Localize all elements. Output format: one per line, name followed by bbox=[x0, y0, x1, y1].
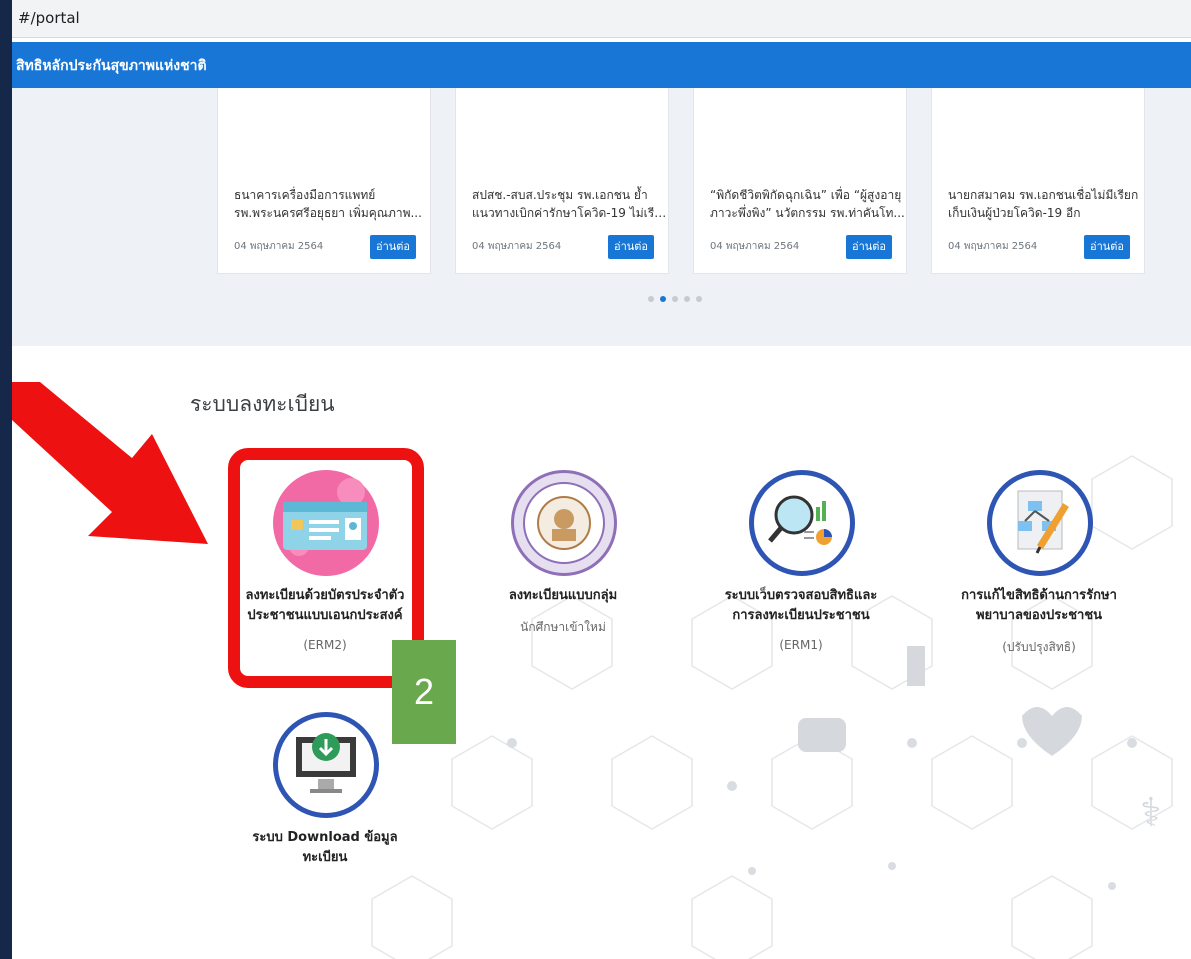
step-number-badge: 2 bbox=[392, 640, 456, 744]
news-card[interactable]: สปสช.-สบส.ประชุม รพ.เอกชน ย้ำ แนวทางเบิกค… bbox=[455, 88, 669, 274]
news-date: 04 พฤษภาคม 2564 bbox=[948, 241, 1038, 252]
carousel-dot[interactable] bbox=[648, 296, 654, 302]
read-more-button[interactable]: อ่านต่อ bbox=[608, 235, 654, 259]
service-name: การแก้ไขสิทธิด้านการรักษา พยาบาลของประชาช… bbox=[961, 588, 1117, 623]
service-name: ระบบเว็บตรวจสอบสิทธิและ การลงทะเบียนประชา… bbox=[724, 588, 878, 623]
service-name: ระบบ Download ข้อมูล ทะเบียน bbox=[252, 830, 398, 865]
news-headline: นายกสมาคม รพ.เอกชนเชื่อไม่มีเรียก เก็บเงิ… bbox=[948, 188, 1139, 220]
service-name: ลงทะเบียนแบบกลุ่ม bbox=[508, 588, 618, 603]
svg-text:⚕: ⚕ bbox=[1140, 790, 1162, 836]
browser-viewport: #/portal สิทธิหลักประกันสุขภาพแห่งชาติ ธ… bbox=[12, 0, 1191, 959]
carousel-dot[interactable] bbox=[672, 296, 678, 302]
site-header: สิทธิหลักประกันสุขภาพแห่งชาติ bbox=[12, 42, 1191, 88]
carousel-dot-active[interactable] bbox=[660, 296, 666, 302]
news-headline: สปสช.-สบส.ประชุม รพ.เอกชน ย้ำ แนวทางเบิกค… bbox=[472, 188, 668, 220]
address-bar[interactable]: #/portal bbox=[12, 0, 1191, 38]
carousel-dot[interactable] bbox=[696, 296, 702, 302]
read-more-button[interactable]: อ่านต่อ bbox=[370, 235, 416, 259]
news-date: 04 พฤษภาคม 2564 bbox=[710, 241, 800, 252]
url-text: #/portal bbox=[18, 9, 80, 27]
read-more-button[interactable]: อ่านต่อ bbox=[846, 235, 892, 259]
service-group-registration[interactable]: ลงทะเบียนแบบกลุ่ม นักศึกษาเข้าใหม่ bbox=[456, 470, 670, 660]
service-code: (ปรับปรุงสิทธิ) bbox=[1002, 640, 1076, 654]
read-more-button[interactable]: อ่านต่อ bbox=[1084, 235, 1130, 259]
service-erm1[interactable]: ระบบเว็บตรวจสอบสิทธิและ การลงทะเบียนประชา… bbox=[694, 470, 908, 660]
news-card[interactable]: “พิกัดชีวิตพิกัดฉุกเฉิน” เพื่อ “ผู้สูงอา… bbox=[693, 88, 907, 274]
carousel-dot[interactable] bbox=[684, 296, 690, 302]
agency-seal-icon bbox=[511, 470, 617, 576]
flowchart-edit-icon bbox=[987, 470, 1093, 576]
news-card[interactable]: นายกสมาคม รพ.เอกชนเชื่อไม่มีเรียก เก็บเงิ… bbox=[931, 88, 1145, 274]
site-title: สิทธิหลักประกันสุขภาพแห่งชาติ bbox=[16, 58, 207, 74]
news-date: 04 พฤษภาคม 2564 bbox=[234, 241, 324, 252]
news-headline: ธนาคารเครื่องมือการแพทย์ รพ.พระนครศรีอยุธ… bbox=[234, 188, 422, 220]
search-chart-icon bbox=[749, 470, 855, 576]
news-card[interactable]: ธนาคารเครื่องมือการแพทย์ รพ.พระนครศรีอยุธ… bbox=[217, 88, 431, 274]
news-headline: “พิกัดชีวิตพิกัดฉุกเฉิน” เพื่อ “ผู้สูงอา… bbox=[710, 188, 905, 220]
service-subtitle: นักศึกษาเข้าใหม่ bbox=[520, 620, 606, 634]
service-code: (ERM1) bbox=[779, 638, 823, 652]
screenshot-frame: #/portal สิทธิหลักประกันสุขภาพแห่งชาติ ธ… bbox=[0, 0, 1191, 959]
download-monitor-icon bbox=[273, 712, 379, 818]
news-date: 04 พฤษภาคม 2564 bbox=[472, 241, 562, 252]
service-rights-correction[interactable]: การแก้ไขสิทธิด้านการรักษา พยาบาลของประชาช… bbox=[932, 470, 1146, 660]
red-arrow-icon bbox=[12, 382, 208, 544]
